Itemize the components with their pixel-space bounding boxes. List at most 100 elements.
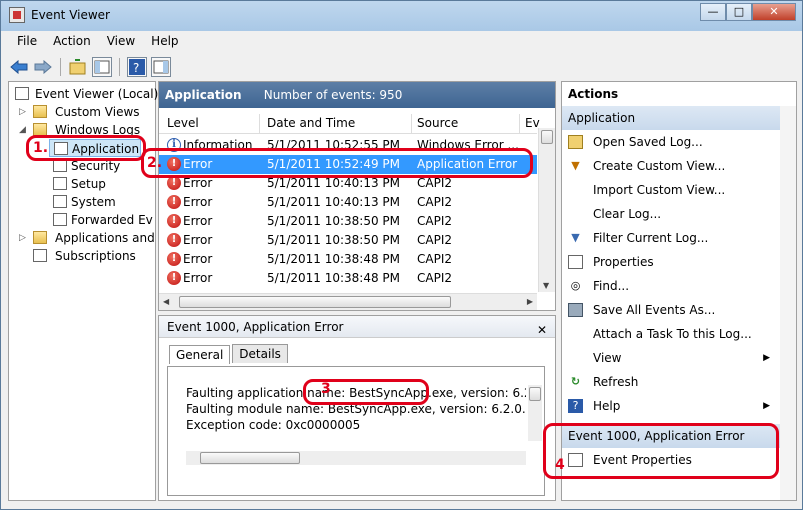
event-source: CAPI2 xyxy=(417,195,452,209)
menu-action[interactable]: Action xyxy=(45,34,99,48)
column-source[interactable]: Source xyxy=(417,116,458,130)
detail-tabs: General Details xyxy=(169,344,290,364)
event-row[interactable]: ! Error 5/1/2011 10:38:48 PM CAPI2 xyxy=(159,250,537,269)
event-row[interactable]: ! Error 5/1/2011 10:38:50 PM CAPI2 xyxy=(159,212,537,231)
help-icon: ? xyxy=(568,399,583,413)
expand-arrow-icon[interactable]: ▷ xyxy=(19,229,29,247)
tab-general[interactable]: General xyxy=(169,345,231,364)
minimize-button[interactable]: — xyxy=(700,3,726,21)
callout-number: 4 xyxy=(555,457,565,473)
actions-scrollbar[interactable] xyxy=(780,106,796,500)
description-horizontal-scrollbar[interactable] xyxy=(186,451,526,465)
tree-item-subscriptions[interactable]: Subscriptions xyxy=(19,247,155,265)
action-create-custom-view[interactable]: ▼ Create Custom View... xyxy=(562,154,796,178)
svg-text:?: ? xyxy=(133,61,139,75)
event-source: CAPI2 xyxy=(417,252,452,266)
event-source: CAPI2 xyxy=(417,233,452,247)
tree-item-event-viewer-local[interactable]: Event Viewer (Local) xyxy=(15,85,158,103)
save-icon xyxy=(568,303,583,317)
toolbar-separator xyxy=(119,58,120,76)
toolbar-separator xyxy=(60,58,61,76)
toolbar: ? xyxy=(9,55,171,79)
show-hide-tree-icon[interactable] xyxy=(92,57,112,77)
binoculars-icon: ◎ xyxy=(570,279,581,292)
menu-view[interactable]: View xyxy=(99,34,143,48)
pane-title: Application xyxy=(165,88,242,102)
submenu-arrow-icon: ▶ xyxy=(763,401,770,411)
back-arrow-icon[interactable] xyxy=(9,57,29,77)
error-icon: ! xyxy=(167,252,181,266)
folder-up-icon[interactable] xyxy=(68,57,88,77)
action-find[interactable]: ◎ Find... xyxy=(562,274,796,298)
error-icon: ! xyxy=(167,176,181,190)
error-icon: ! xyxy=(167,271,181,285)
callout-number: 1. xyxy=(33,140,49,156)
detail-title: Event 1000, Application Error xyxy=(167,320,344,334)
column-date-time[interactable]: Date and Time xyxy=(267,116,355,130)
description-vertical-scrollbar[interactable] xyxy=(528,385,542,441)
actions-title: Actions xyxy=(562,82,796,106)
error-icon: ! xyxy=(167,214,181,228)
close-button[interactable]: ✕ xyxy=(752,3,796,21)
menu-bar: File Action View Help xyxy=(9,34,187,48)
action-open-saved-log[interactable]: Open Saved Log... xyxy=(562,130,796,154)
tab-details[interactable]: Details xyxy=(232,344,288,363)
expand-arrow-icon[interactable]: ▷ xyxy=(19,103,29,121)
show-actions-pane-icon[interactable] xyxy=(151,57,171,77)
actions-section-application[interactable]: Application ▲ xyxy=(562,106,796,130)
action-filter-current-log[interactable]: ▼ Filter Current Log... xyxy=(562,226,796,250)
event-level: Error xyxy=(183,195,213,209)
event-source: CAPI2 xyxy=(417,271,452,285)
event-count: Number of events: 950 xyxy=(263,88,403,102)
tree-item-custom-views[interactable]: ▷ Custom Views xyxy=(19,103,155,121)
action-help[interactable]: ? Help ▶ xyxy=(562,394,796,418)
detail-header: Event 1000, Application Error ✕ xyxy=(159,316,555,338)
events-horizontal-scrollbar[interactable]: ◀ ▶ xyxy=(159,293,537,310)
action-clear-log[interactable]: Clear Log... xyxy=(562,202,796,226)
menu-file[interactable]: File xyxy=(9,34,45,48)
subscriptions-icon xyxy=(33,249,47,262)
event-level: Error xyxy=(183,252,213,266)
callout-number: 3 xyxy=(321,381,331,397)
column-level[interactable]: Level xyxy=(167,116,199,130)
filter-icon: ▼ xyxy=(571,231,580,244)
event-level: Error xyxy=(183,271,213,285)
event-row[interactable]: ! Error 5/1/2011 10:40:13 PM CAPI2 xyxy=(159,193,537,212)
event-detail-pane: Event 1000, Application Error ✕ General … xyxy=(158,315,556,501)
action-properties[interactable]: Properties xyxy=(562,250,796,274)
forward-arrow-icon[interactable] xyxy=(33,57,53,77)
filter-icon: ▼ xyxy=(571,159,580,172)
tree-item-setup[interactable]: Setup xyxy=(53,175,153,193)
action-save-all-events[interactable]: Save All Events As... xyxy=(562,298,796,322)
collapse-arrow-icon[interactable]: ◢ xyxy=(19,121,29,139)
event-viewer-icon xyxy=(9,7,25,23)
folder-icon xyxy=(33,231,47,244)
event-date: 5/1/2011 10:38:50 PM xyxy=(267,214,401,228)
open-folder-icon xyxy=(568,135,583,149)
events-vertical-scrollbar[interactable]: ▲ ▼ xyxy=(538,128,555,292)
event-row[interactable]: ! Error 5/1/2011 10:38:48 PM CAPI2 xyxy=(159,269,537,288)
action-import-custom-view[interactable]: Import Custom View... xyxy=(562,178,796,202)
error-icon: ! xyxy=(167,233,181,247)
action-view[interactable]: View ▶ xyxy=(562,346,796,370)
event-row[interactable]: ! Error 5/1/2011 10:38:50 PM CAPI2 xyxy=(159,231,537,250)
tree-item-applications-and-services[interactable]: ▷ Applications and S xyxy=(19,229,155,247)
folder-icon xyxy=(33,105,47,118)
tree-item-forwarded-events[interactable]: Forwarded Eve xyxy=(53,211,153,229)
close-icon[interactable]: ✕ xyxy=(537,319,547,341)
submenu-arrow-icon: ▶ xyxy=(763,353,770,363)
maximize-button[interactable]: □ xyxy=(726,3,752,21)
event-viewer-icon xyxy=(15,87,29,100)
tree-item-system[interactable]: System xyxy=(53,193,153,211)
callout-ring-error-row xyxy=(141,148,533,178)
pane-header: Application Number of events: 950 xyxy=(159,82,555,108)
menu-help[interactable]: Help xyxy=(143,34,186,48)
action-attach-task[interactable]: Attach a Task To this Log... xyxy=(562,322,796,346)
event-date: 5/1/2011 10:40:13 PM xyxy=(267,176,401,190)
log-icon xyxy=(53,195,67,208)
help-icon[interactable]: ? xyxy=(127,57,147,77)
event-date: 5/1/2011 10:38:48 PM xyxy=(267,252,401,266)
action-refresh[interactable]: ↻ Refresh xyxy=(562,370,796,394)
callout-ring-event-properties xyxy=(543,423,779,479)
event-date: 5/1/2011 10:38:48 PM xyxy=(267,271,401,285)
